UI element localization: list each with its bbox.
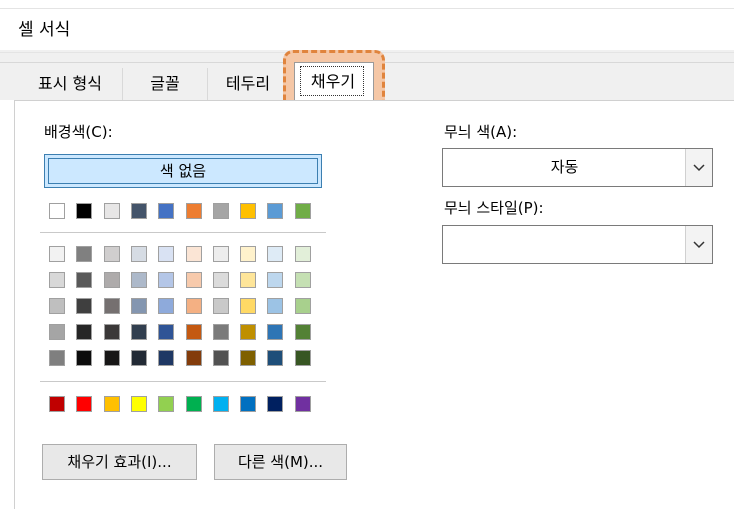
color-swatch[interactable] [240, 272, 257, 288]
color-swatch[interactable] [294, 246, 311, 262]
color-swatch[interactable] [267, 298, 284, 314]
title-bar: 셀 서식 [0, 0, 734, 50]
color-swatch[interactable] [158, 298, 175, 314]
no-color-label: 색 없음 [48, 158, 318, 184]
chevron-down-icon[interactable] [685, 226, 712, 263]
dialog-title: 셀 서식 [18, 20, 71, 40]
color-swatch[interactable] [76, 350, 93, 366]
color-swatch[interactable] [130, 203, 147, 219]
color-swatch[interactable] [49, 298, 65, 314]
color-swatch[interactable] [240, 246, 257, 262]
chevron-down-icon[interactable] [685, 149, 712, 186]
standard-color-swatch[interactable] [212, 396, 229, 412]
standard-color-swatch[interactable] [103, 396, 120, 412]
color-swatch[interactable] [76, 324, 93, 340]
color-swatch[interactable] [49, 272, 65, 288]
standard-color-swatch[interactable] [185, 396, 202, 412]
color-swatch[interactable] [240, 298, 257, 314]
color-swatch[interactable] [294, 203, 311, 219]
color-swatch[interactable] [185, 203, 202, 219]
color-swatch[interactable] [212, 272, 229, 288]
color-swatch[interactable] [267, 272, 284, 288]
pattern-style-label: 무늬 스타일(P): [444, 199, 544, 217]
color-swatch[interactable] [294, 272, 311, 288]
color-swatch[interactable] [130, 272, 147, 288]
color-swatch[interactable] [240, 350, 257, 366]
color-swatch[interactable] [185, 298, 202, 314]
color-swatch[interactable] [185, 350, 202, 366]
color-swatch[interactable] [103, 298, 120, 314]
color-swatch[interactable] [294, 350, 311, 366]
standard-color-swatch[interactable] [158, 396, 175, 412]
tab-font[interactable]: 글꼴 [123, 68, 208, 100]
divider [40, 232, 326, 233]
color-swatch[interactable] [185, 272, 202, 288]
color-swatch[interactable] [294, 324, 311, 340]
color-swatch[interactable] [212, 203, 229, 219]
color-swatch[interactable] [130, 350, 147, 366]
pattern-color-value: 자동 [550, 158, 579, 176]
color-swatch[interactable] [49, 324, 65, 340]
fill-effects-button[interactable]: 채우기 효과(I)... [42, 444, 197, 480]
standard-color-swatch[interactable] [240, 396, 257, 412]
color-swatch[interactable] [212, 298, 229, 314]
color-swatch[interactable] [294, 298, 311, 314]
color-swatch[interactable] [130, 298, 147, 314]
color-swatch[interactable] [76, 203, 93, 219]
color-swatch[interactable] [158, 272, 175, 288]
color-swatch[interactable] [267, 324, 284, 340]
color-swatch[interactable] [212, 324, 229, 340]
color-swatch[interactable] [212, 350, 229, 366]
color-swatch[interactable] [103, 350, 120, 366]
color-swatch[interactable] [103, 246, 120, 262]
pattern-style-select[interactable] [442, 225, 713, 264]
color-swatch[interactable] [185, 246, 202, 262]
background-color-label: 배경색(C): [44, 123, 113, 141]
color-swatch[interactable] [158, 350, 175, 366]
color-swatch[interactable] [49, 246, 65, 262]
color-swatch[interactable] [158, 203, 175, 219]
color-swatch[interactable] [76, 298, 93, 314]
color-swatch[interactable] [240, 324, 257, 340]
color-swatch[interactable] [267, 246, 284, 262]
color-swatch[interactable] [267, 350, 284, 366]
color-swatch[interactable] [49, 350, 65, 366]
standard-color-swatch[interactable] [49, 396, 65, 412]
color-swatch[interactable] [103, 203, 120, 219]
tab-number-format[interactable]: 표시 형식 [18, 68, 123, 100]
color-swatch[interactable] [130, 246, 147, 262]
color-swatch[interactable] [158, 246, 175, 262]
color-swatch[interactable] [185, 324, 202, 340]
color-swatch[interactable] [103, 272, 120, 288]
color-swatch[interactable] [240, 203, 257, 219]
color-swatch[interactable] [103, 324, 120, 340]
color-swatch[interactable] [130, 324, 147, 340]
pattern-color-select[interactable]: 자동 [442, 148, 713, 187]
color-swatch[interactable] [158, 324, 175, 340]
divider [40, 381, 326, 382]
color-swatch[interactable] [49, 203, 65, 219]
focus-rectangle [300, 66, 364, 96]
color-swatch[interactable] [76, 246, 93, 262]
tab-border[interactable]: 테두리 [208, 68, 288, 100]
pattern-color-label: 무늬 색(A): [444, 123, 518, 141]
standard-color-swatch[interactable] [130, 396, 147, 412]
more-colors-button[interactable]: 다른 색(M)... [214, 444, 347, 480]
no-color-button[interactable]: 색 없음 [44, 154, 322, 188]
color-swatch[interactable] [212, 246, 229, 262]
pattern-style-value [443, 226, 686, 263]
background-gridline [0, 8, 734, 9]
standard-color-swatch[interactable] [294, 396, 311, 412]
color-swatch[interactable] [76, 272, 93, 288]
standard-color-swatch[interactable] [76, 396, 93, 412]
standard-color-swatch[interactable] [267, 396, 284, 412]
color-swatch[interactable] [267, 203, 284, 219]
